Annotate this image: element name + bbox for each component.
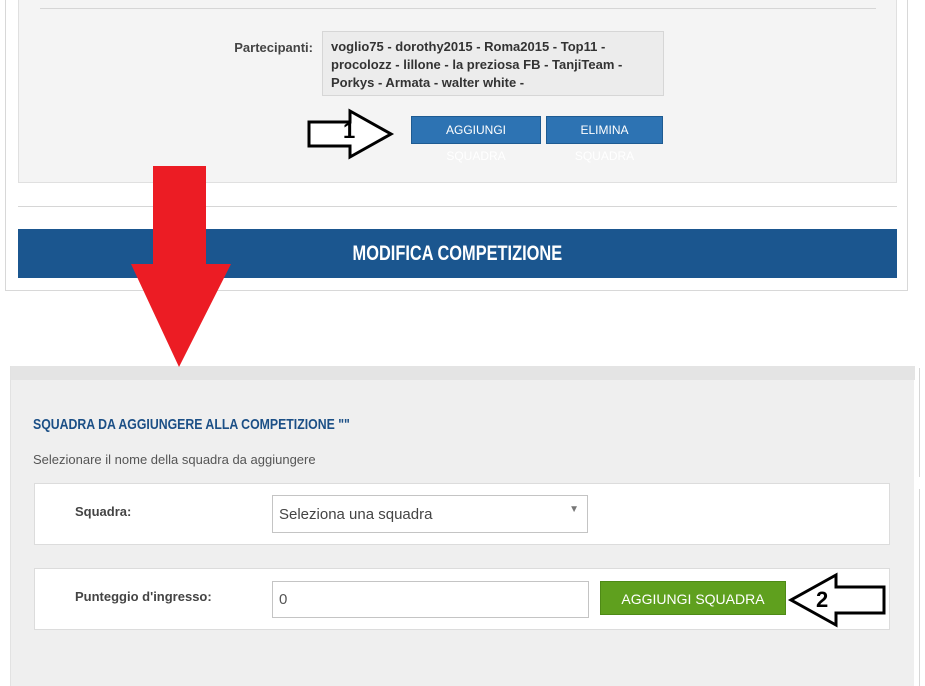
section-subtitle: Selezionare il nome della squadra da agg… <box>33 452 316 467</box>
down-arrow-icon <box>131 166 231 367</box>
score-row: Punteggio d'ingresso: AGGIUNGI SQUADRA <box>34 568 890 630</box>
remove-team-button[interactable]: ELIMINA SQUADRA <box>546 116 663 163</box>
participants-section: Partecipanti: voglio75 - dorothy2015 - R… <box>18 0 897 183</box>
confirm-add-team-button[interactable]: AGGIUNGI SQUADRA <box>600 581 786 615</box>
participants-list: voglio75 - dorothy2015 - Roma2015 - Top1… <box>322 31 664 96</box>
add-team-button[interactable]: AGGIUNGI SQUADRA <box>411 116 541 163</box>
section-title-text: SQUADRA DA AGGIUNGERE ALLA COMPETIZIONE … <box>33 416 350 433</box>
participants-line: voglio75 - dorothy2015 - Roma2015 - Top1… <box>331 39 606 54</box>
step2-arrow-icon <box>787 572 886 628</box>
participants-line: Porkys - Armata - walter white - <box>331 75 525 90</box>
caret-down-icon: ▼ <box>569 504 579 515</box>
section-title: SQUADRA DA AGGIUNGERE ALLA COMPETIZIONE … <box>33 416 419 433</box>
divider <box>40 8 876 9</box>
step1-label: 1 <box>343 118 356 143</box>
participants-line: procolozz - lillone - la preziosa FB - T… <box>331 57 623 72</box>
step2-label: 2 <box>816 587 829 612</box>
team-row: Squadra: Seleziona una squadra ▼ <box>34 483 890 545</box>
score-label: Punteggio d'ingresso: <box>75 589 212 604</box>
participants-label: Partecipanti: <box>234 40 313 55</box>
score-input[interactable] <box>272 581 589 618</box>
team-label: Squadra: <box>75 504 132 519</box>
edit-competition-label: MODIFICA COMPETIZIONE <box>352 242 563 265</box>
team-select[interactable]: Seleziona una squadra ▼ <box>272 495 588 533</box>
divider <box>919 489 920 686</box>
team-select-value: Seleziona una squadra <box>279 506 433 523</box>
add-team-panel: SQUADRA DA AGGIUNGERE ALLA COMPETIZIONE … <box>10 366 915 686</box>
divider <box>919 368 920 477</box>
